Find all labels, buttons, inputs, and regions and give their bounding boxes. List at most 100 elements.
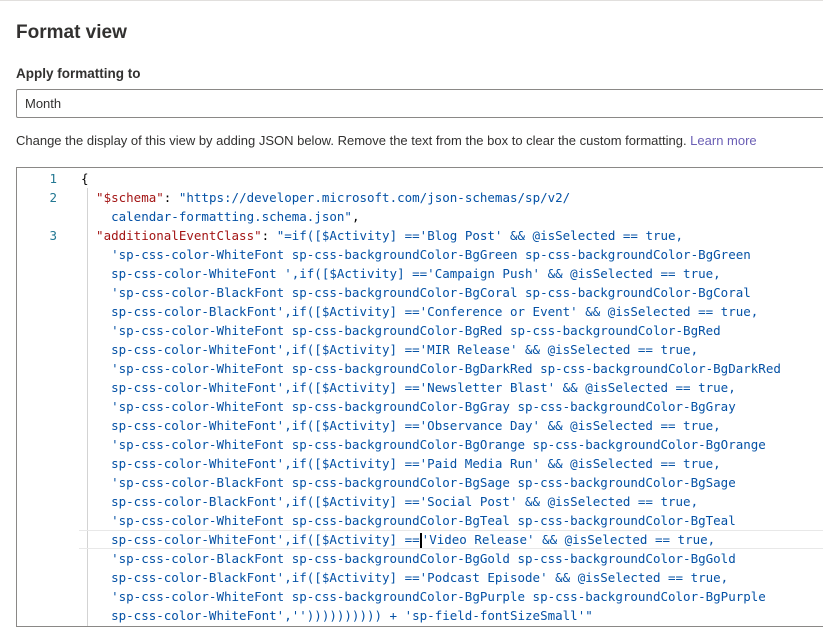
- learn-more-link[interactable]: Learn more: [690, 133, 756, 148]
- line-number: [17, 435, 57, 454]
- code-token: 'sp-css-color-BlackFont sp-css-backgroun…: [81, 285, 751, 300]
- json-code-editor[interactable]: 1{2 "$schema": "https://developer.micros…: [16, 167, 823, 627]
- code-line[interactable]: 'sp-css-color-BlackFont sp-css-backgroun…: [17, 473, 823, 492]
- line-number: 1: [49, 171, 57, 186]
- code-line[interactable]: 3 "additionalEventClass": "=if([$Activit…: [17, 226, 823, 245]
- code-token: 'sp-css-color-WhiteFont sp-css-backgroun…: [81, 323, 721, 338]
- line-number: [17, 264, 57, 283]
- code-line[interactable]: sp-css-color-WhiteFont',if([$Activity] =…: [17, 454, 823, 473]
- line-number: [17, 568, 57, 587]
- code-line[interactable]: 1{: [17, 169, 823, 188]
- code-text: 'sp-css-color-BlackFont sp-css-backgroun…: [57, 473, 736, 492]
- code-text: "$schema": "https://developer.microsoft.…: [57, 188, 570, 207]
- code-token: "additionalEventClass": [81, 228, 262, 243]
- code-text: 'sp-css-color-BlackFont sp-css-backgroun…: [57, 283, 751, 302]
- code-token: sp-css-color-WhiteFont',if([$Activity] =…: [81, 456, 721, 471]
- code-text: sp-css-color-BlackFont',if([$Activity] =…: [57, 302, 758, 321]
- line-number: [17, 302, 57, 321]
- code-text: 'sp-css-color-WhiteFont sp-css-backgroun…: [57, 321, 721, 340]
- line-number: [17, 207, 57, 226]
- code-text: sp-css-color-WhiteFont',if([$Activity] =…: [57, 340, 698, 359]
- line-number: 2: [49, 190, 57, 205]
- line-number: [17, 473, 57, 492]
- code-token: sp-css-color-WhiteFont',if([$Activity] =…: [81, 380, 736, 395]
- code-token: :: [163, 190, 179, 205]
- code-token: 'sp-css-color-WhiteFont sp-css-backgroun…: [81, 437, 766, 452]
- line-number: [17, 359, 57, 378]
- code-text: 'sp-css-color-WhiteFont sp-css-backgroun…: [57, 511, 736, 530]
- code-line[interactable]: sp-css-color-WhiteFont',if([$Activity] =…: [17, 530, 823, 549]
- code-line[interactable]: sp-css-color-WhiteFont',if([$Activity] =…: [17, 378, 823, 397]
- code-token: 'sp-css-color-WhiteFont sp-css-backgroun…: [81, 247, 751, 262]
- code-text: calendar-formatting.schema.json",: [57, 207, 359, 226]
- dropdown-selected-value: Month: [25, 96, 62, 111]
- top-divider: [0, 0, 823, 4]
- code-token: 'sp-css-color-WhiteFont sp-css-backgroun…: [81, 361, 781, 376]
- code-lines[interactable]: 1{2 "$schema": "https://developer.micros…: [17, 169, 823, 625]
- code-line[interactable]: sp-css-color-WhiteFont','')))))))))) + '…: [17, 606, 823, 625]
- code-text: {: [57, 169, 89, 188]
- code-line[interactable]: sp-css-color-BlackFont',if([$Activity] =…: [17, 492, 823, 511]
- code-line[interactable]: 'sp-css-color-WhiteFont sp-css-backgroun…: [17, 397, 823, 416]
- code-text: sp-css-color-WhiteFont',if([$Activity] =…: [57, 378, 736, 397]
- code-line[interactable]: sp-css-color-BlackFont',if([$Activity] =…: [17, 302, 823, 321]
- line-number: [17, 587, 57, 606]
- line-number: [17, 416, 57, 435]
- code-text: sp-css-color-BlackFont',if([$Activity] =…: [57, 492, 698, 511]
- code-token: "=if([$Activity] =='Blog Post' && @isSel…: [276, 228, 684, 243]
- code-token: 'sp-css-color-BlackFont sp-css-backgroun…: [81, 551, 736, 566]
- code-token: sp-css-color-WhiteFont',if([$Activity] =…: [81, 418, 721, 433]
- code-token: sp-css-color-BlackFont',if([$Activity] =…: [81, 570, 729, 585]
- code-line[interactable]: 'sp-css-color-WhiteFont sp-css-backgroun…: [17, 245, 823, 264]
- code-text: 'sp-css-color-WhiteFont sp-css-backgroun…: [57, 435, 766, 454]
- code-text: "additionalEventClass": "=if([$Activity]…: [57, 226, 683, 245]
- code-line[interactable]: 'sp-css-color-WhiteFont sp-css-backgroun…: [17, 435, 823, 454]
- code-token: sp-css-color-WhiteFont ',if([$Activity] …: [81, 266, 721, 281]
- code-token: 'sp-css-color-WhiteFont sp-css-backgroun…: [81, 399, 736, 414]
- code-token: calendar-formatting.schema.json": [81, 209, 352, 224]
- apply-formatting-dropdown[interactable]: Month: [16, 89, 823, 118]
- description-text: Change the display of this view by addin…: [16, 133, 757, 148]
- code-token: 'sp-css-color-WhiteFont sp-css-backgroun…: [81, 513, 736, 528]
- code-line[interactable]: 'sp-css-color-WhiteFont sp-css-backgroun…: [17, 511, 823, 530]
- code-token: sp-css-color-BlackFont',if([$Activity] =…: [81, 494, 699, 509]
- code-line[interactable]: 'sp-css-color-BlackFont sp-css-backgroun…: [17, 549, 823, 568]
- code-text: sp-css-color-WhiteFont','')))))))))) + '…: [57, 606, 593, 625]
- code-text: sp-css-color-BlackFont',if([$Activity] =…: [57, 568, 728, 587]
- code-line[interactable]: 'sp-css-color-BlackFont sp-css-backgroun…: [17, 283, 823, 302]
- code-token: {: [81, 171, 89, 186]
- line-number: [17, 530, 57, 549]
- code-text: 'sp-css-color-WhiteFont sp-css-backgroun…: [57, 245, 751, 264]
- code-token: :: [261, 228, 277, 243]
- code-token: 'sp-css-color-BlackFont sp-css-backgroun…: [81, 475, 736, 490]
- code-text: 'sp-css-color-BlackFont sp-css-backgroun…: [57, 549, 736, 568]
- code-token: 'sp-css-color-WhiteFont sp-css-backgroun…: [81, 589, 766, 604]
- code-line[interactable]: sp-css-color-BlackFont',if([$Activity] =…: [17, 568, 823, 587]
- code-line[interactable]: sp-css-color-WhiteFont',if([$Activity] =…: [17, 416, 823, 435]
- code-line[interactable]: 'sp-css-color-WhiteFont sp-css-backgroun…: [17, 321, 823, 340]
- code-token: "$schema": [81, 190, 164, 205]
- code-token: "https://developer.microsoft.com/json-sc…: [178, 190, 571, 205]
- line-number: [17, 511, 57, 530]
- description-body: Change the display of this view by addin…: [16, 133, 691, 148]
- line-number: [17, 245, 57, 264]
- line-number: [17, 321, 57, 340]
- line-number: [17, 454, 57, 473]
- code-line[interactable]: sp-css-color-WhiteFont ',if([$Activity] …: [17, 264, 823, 283]
- line-number: [17, 378, 57, 397]
- code-text: sp-css-color-WhiteFont',if([$Activity] =…: [57, 530, 715, 549]
- code-text: sp-css-color-WhiteFont ',if([$Activity] …: [57, 264, 721, 283]
- line-number: [17, 606, 57, 625]
- line-number: [17, 397, 57, 416]
- line-number: [17, 340, 57, 359]
- code-line[interactable]: 'sp-css-color-WhiteFont sp-css-backgroun…: [17, 359, 823, 378]
- apply-formatting-label: Apply formatting to: [16, 66, 141, 81]
- code-token: sp-css-color-WhiteFont','')))))))))) + '…: [81, 608, 593, 623]
- code-line[interactable]: calendar-formatting.schema.json",: [17, 207, 823, 226]
- code-text: sp-css-color-WhiteFont',if([$Activity] =…: [57, 454, 721, 473]
- code-line[interactable]: sp-css-color-WhiteFont',if([$Activity] =…: [17, 340, 823, 359]
- code-line[interactable]: 2 "$schema": "https://developer.microsof…: [17, 188, 823, 207]
- line-number: [17, 549, 57, 568]
- code-line[interactable]: 'sp-css-color-WhiteFont sp-css-backgroun…: [17, 587, 823, 606]
- code-token: ,: [351, 209, 360, 224]
